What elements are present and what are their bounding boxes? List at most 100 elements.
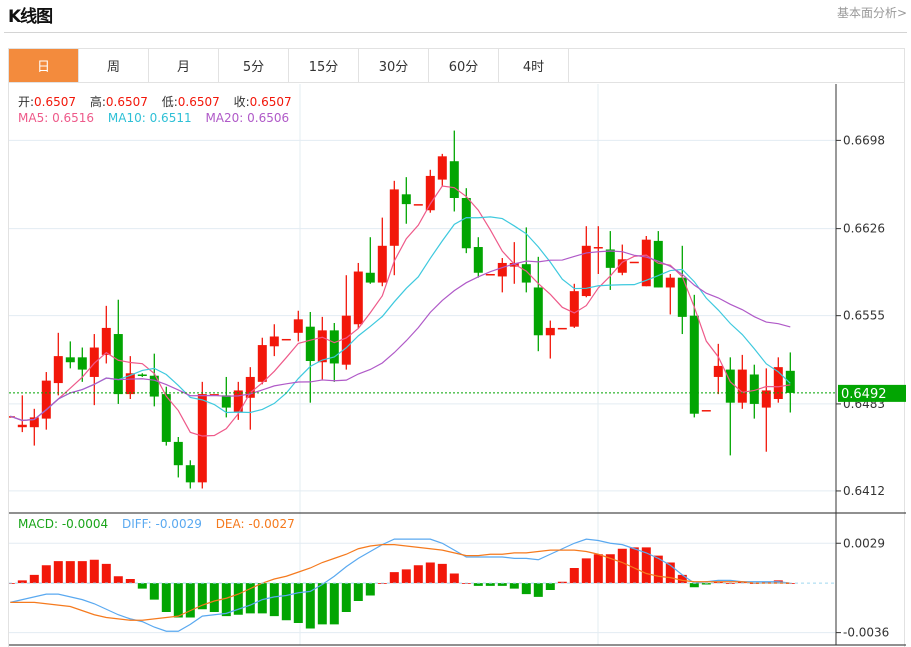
diff-value: -0.0029 [155,517,202,531]
macd-bar [617,548,627,584]
candle [617,244,627,276]
price-tick-label: 0.6626 [843,222,885,236]
low-label: 低: [161,95,178,109]
candle-body [737,369,747,403]
macd-bar [281,583,291,621]
macd-bar [545,583,555,590]
macd-bar [689,583,699,588]
macd-bar [161,583,171,612]
macd-bar [29,574,39,584]
ma5-value: 0.6516 [52,111,95,125]
dea-label: DEA: [215,517,245,531]
candle [749,364,759,419]
candle [353,262,363,328]
candle-body [317,330,327,363]
candle [545,320,555,359]
ma20-value: 0.6506 [247,111,290,125]
candle-body [449,161,459,198]
diff-line [10,538,791,632]
candle-body [485,273,495,276]
open-value: 0.6507 [34,95,77,109]
candle-body [53,356,63,384]
candle-body [569,291,579,327]
candle [401,177,411,224]
macd-bar [77,561,87,584]
candle [737,354,747,409]
macd-bar [593,554,603,584]
candle-body [305,326,315,362]
ma5-line [10,185,791,437]
candle-body [221,395,231,408]
candle-body [425,175,435,211]
macd-bar [149,583,159,600]
candle [341,275,351,370]
candle [317,316,327,380]
macd-value: -0.0004 [61,517,109,531]
candle [221,376,231,418]
candle-body [461,197,471,249]
candle-body [17,424,27,428]
candle [449,130,459,212]
macd-bar [413,565,423,584]
candle [269,324,279,357]
macd-bar [221,583,231,617]
candle [605,231,615,290]
high-value: 0.6507 [105,95,148,109]
candle [89,334,99,406]
candle [773,357,783,403]
candle [65,341,75,369]
macd-bar [101,563,111,584]
candle [17,395,27,433]
ohlc-legend: 开:0.6507 高:0.6507 低:0.6507 收:0.6507 [18,93,292,110]
candle-body [281,338,291,341]
macd-bar [269,583,279,617]
candle-body [689,315,699,414]
macd-bar [65,561,75,584]
low-value: 0.6507 [177,95,220,109]
candle-body [413,204,423,206]
candle [425,169,435,213]
macd-bar [41,565,51,584]
candle [437,153,447,186]
price-tick-label: 0.6555 [843,309,885,323]
candle-body [113,334,123,395]
macd-bar [317,583,327,625]
candle [725,357,735,456]
candle-body [557,327,567,330]
close-label: 收: [233,95,250,109]
candle [557,327,567,330]
candle [689,294,699,418]
candle [137,373,147,377]
candle-body [185,465,195,483]
candle-body [401,194,411,205]
candle-body [377,245,387,283]
macd-bar [425,562,435,584]
price-tick-label: 0.6412 [843,484,885,498]
candle-body [353,271,363,325]
candle-body [341,315,351,365]
macd-bar [509,583,519,589]
macd-bar [581,558,591,584]
candle-body [365,272,375,283]
candle-body [605,249,615,268]
candle-body [293,319,303,333]
macd-bar [125,579,135,584]
candle [329,323,339,382]
candle [281,338,291,341]
candle-body [197,394,207,483]
candle-body [389,189,399,246]
candle [485,273,495,276]
candle [701,410,711,412]
candle-body [521,264,531,283]
candle-body [269,336,279,347]
candle-body [329,330,339,364]
ma20-label: MA20: [205,111,244,125]
price-tick-label: 0.6698 [843,133,885,147]
candle-body [89,347,99,377]
macd-tick-label: -0.0036 [843,626,889,640]
macd-label: MACD: [18,517,59,531]
candle [665,273,675,315]
candle [713,343,723,395]
ma20-line [10,250,791,422]
candle-body [257,345,267,382]
